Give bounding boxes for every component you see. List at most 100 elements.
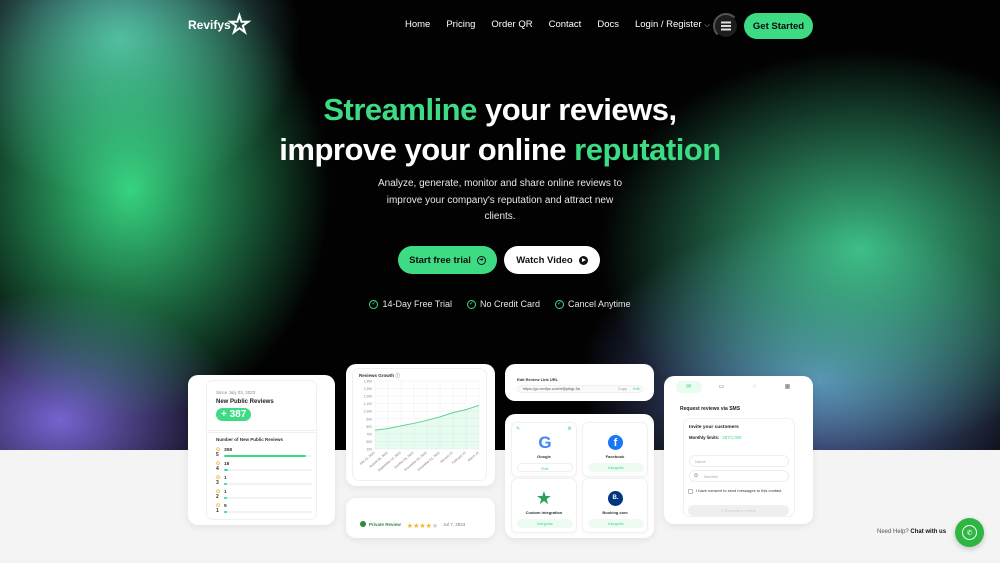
y-tick-label: 800 (366, 425, 372, 429)
integration-name: Custom Integration (525, 510, 563, 515)
whatsapp-chat-button[interactable]: ✆ (955, 518, 984, 547)
monthly-limits: Monthly limits: 287/1,000 (689, 435, 741, 440)
rating-stars: 5 (216, 452, 219, 458)
sms-tab-icon[interactable]: ✉ (675, 381, 702, 393)
request-review-label: Request a review (725, 508, 757, 513)
settings-icon[interactable]: ⚙ (568, 426, 572, 432)
request-review-button[interactable]: ▷ Request a review (688, 505, 789, 516)
arrow-circle-icon: ➜ (476, 255, 486, 265)
rating-row: ✪ 5 358 (216, 447, 312, 461)
edit-link-button[interactable]: Edit (633, 387, 640, 391)
rating-bar-track (224, 497, 312, 499)
private-review-icon (360, 521, 366, 527)
sms-title: Request reviews via SMS (680, 406, 741, 412)
rating-count: 358 (224, 448, 233, 453)
feature-label: No Credit Card (479, 299, 541, 309)
new-reviews-title: New Public Reviews (216, 399, 274, 405)
since-date: Since July 03, 2023 (216, 390, 256, 395)
review-link-url: https://go.revifys.com/rf@ptkgt-5a (523, 387, 580, 391)
rating-row: ✪ 4 18 (216, 461, 312, 475)
hero-subtitle: Analyze, generate, monitor and share onl… (377, 178, 623, 222)
rating-stars: 3 (216, 480, 219, 486)
chat-with-us-link[interactable]: Chat with us (910, 529, 946, 535)
facebook-integrate-button[interactable]: Integrate (588, 463, 644, 472)
play-icon (578, 255, 588, 265)
private-review-row: Private Review ★★★★★ Jul 7, 2023 (360, 515, 465, 533)
growth-chart-svg: 1,354 1,250 1,000 1,100 1,000 900 800 700 600 100… (359, 380, 480, 473)
booking-integrate-button[interactable]: Integrate (588, 519, 644, 528)
new-reviews-summary: Since July 03, 2023 New Public Reviews +… (206, 380, 317, 431)
y-tick-label: 700 (366, 432, 372, 436)
qr-tab-icon[interactable]: ▦ (775, 381, 801, 393)
rating-bar-fill (224, 455, 306, 457)
start-free-trial-button[interactable]: Start free trial ➜ (398, 246, 497, 274)
feature-label: Cancel Anytime (568, 299, 631, 309)
nav-order-qr[interactable]: Order QR (491, 19, 532, 30)
feature-item: ✓ Cancel Anytime (555, 299, 631, 309)
y-tick-label: 1,250 (364, 387, 373, 391)
country-flag-icon: ☺ (693, 473, 700, 479)
google-edit-button[interactable]: Edit (517, 463, 573, 472)
copy-link-button[interactable]: Copy (618, 387, 627, 391)
edit-link-panel: Edit Review Link URL https://go.revifys.… (511, 369, 648, 397)
nav-login-register[interactable]: Login / Register ⌵ (635, 19, 710, 30)
edit-link-label: Edit Review Link URL (517, 377, 559, 382)
feature-item: ✓ 14-Day Free Trial (369, 299, 452, 309)
integrations-card: ✎ ⚙ G Google Edit f Facebook Integrate ★… (505, 414, 654, 538)
y-tick-label: 900 (366, 417, 372, 421)
reviews-growth-chart: Reviews Growth ⓘ 1,354 1,250 1,000 1,100 1,0… (352, 368, 487, 481)
rating-count: 18 (224, 462, 230, 467)
nav-docs[interactable]: Docs (597, 19, 619, 30)
get-started-button[interactable]: Get Started (744, 13, 813, 39)
name-input[interactable]: Name (689, 455, 789, 467)
limits-value: 287/1,000 (722, 435, 742, 440)
hamburger-menu-button[interactable] (713, 13, 739, 39)
custom-integrate-button[interactable]: Integrate (517, 519, 573, 528)
y-tick-label: 1,354 (364, 380, 373, 384)
rating-bar-fill (224, 469, 229, 471)
new-reviews-card: Since July 03, 2023 New Public Reviews +… (188, 375, 335, 525)
rating-bar-fill (224, 511, 228, 513)
email-tab-icon[interactable]: ▭ (709, 381, 735, 393)
rating-count: 9 (224, 504, 227, 509)
nav-home[interactable]: Home (405, 19, 430, 30)
feature-item: ✓ No Credit Card (466, 299, 541, 309)
headline-accent-1: Streamline (323, 92, 477, 127)
watch-video-button[interactable]: Watch Video (504, 246, 600, 274)
star-rating: ★★★★★ (407, 515, 438, 533)
y-tick-label: 1,000 (364, 410, 373, 414)
number-input[interactable]: ☺ Number (689, 470, 789, 482)
feature-list: ✓ 14-Day Free Trial ✓ No Credit Card ✓ Canc… (0, 299, 1000, 309)
nav-contact[interactable]: Contact (549, 19, 582, 30)
integration-facebook: f Facebook Integrate (582, 422, 648, 477)
headline-text-2: improve your online (279, 132, 575, 167)
rating-bar-track (224, 483, 312, 485)
watch-video-label: Watch Video (516, 254, 573, 266)
start-free-trial-label: Start free trial (409, 254, 471, 266)
integration-custom: ★ Custom Integration Integrate (511, 478, 577, 533)
consent-checkbox[interactable] (688, 489, 693, 494)
integration-booking: B. Booking.com Integrate (582, 478, 648, 533)
rating-bar-track (224, 455, 312, 457)
rating-stars: 2 (216, 494, 219, 500)
whatsapp-tab-icon[interactable]: ◌ (742, 381, 768, 393)
booking-icon: B. (608, 491, 623, 506)
consent-label: I have consent to send messages to this … (696, 488, 782, 493)
y-tick-label: 600 (366, 440, 372, 444)
edit-icon[interactable]: ✎ (516, 426, 520, 432)
hero-headline: Streamline your reviews, improve your on… (0, 90, 1000, 170)
star-logo-icon: ☆ (227, 9, 252, 39)
nav-login-label: Login / Register (634, 19, 702, 30)
review-link-field[interactable]: https://go.revifys.com/rf@ptkgt-5a Copy … (517, 385, 643, 393)
brand-name: Revifys (188, 18, 231, 32)
edit-review-link-card: Edit Review Link URL https://go.revifys.… (505, 364, 654, 401)
x-tick-label: March 23 (467, 451, 480, 463)
feature-label: 14-Day Free Trial (382, 299, 452, 309)
x-tick-label: February 23 (451, 451, 467, 465)
integration-name: Booking.com (602, 510, 628, 515)
brand-logo[interactable]: Revifys ☆ (188, 9, 252, 39)
private-review-card: Private Review ★★★★★ Jul 7, 2023 (346, 498, 495, 538)
invite-panel: Invite your customers Monthly limits: 287… (683, 418, 795, 517)
star-icon: ★ (535, 488, 553, 508)
nav-pricing[interactable]: Pricing (446, 19, 475, 30)
